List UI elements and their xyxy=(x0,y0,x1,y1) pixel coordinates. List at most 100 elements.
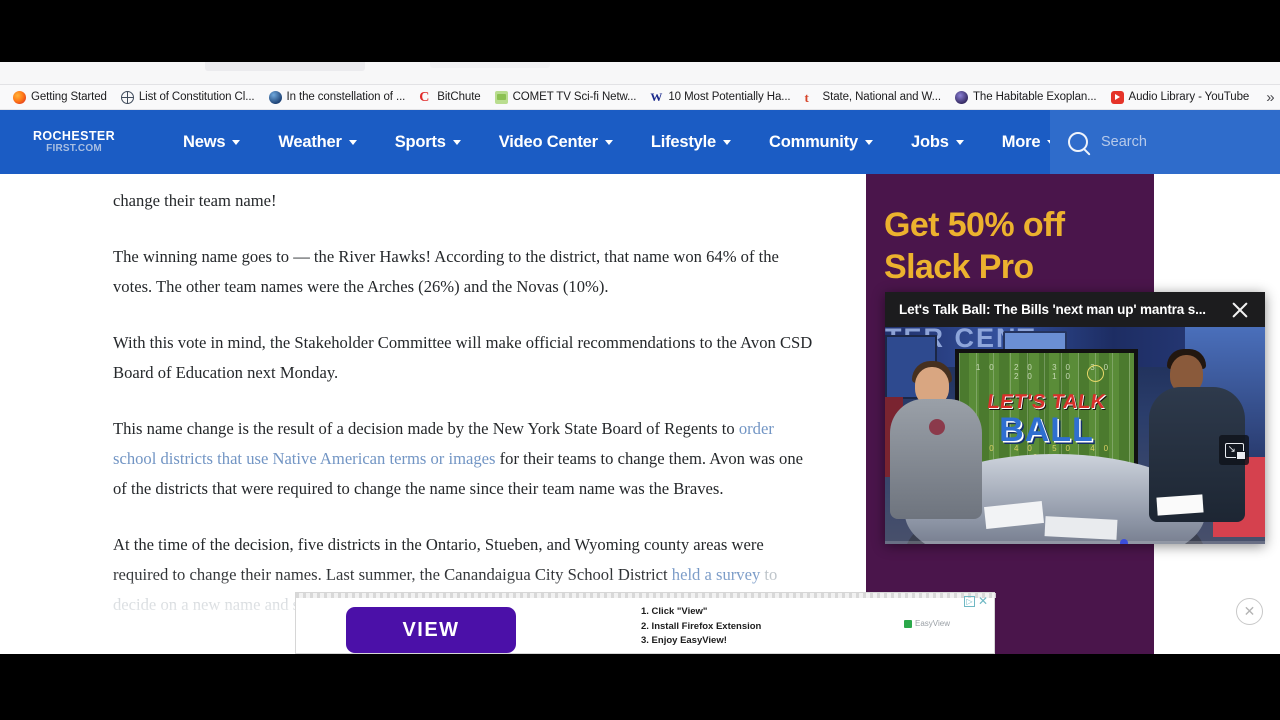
article-paragraph-4: This name change is the result of a deci… xyxy=(113,414,813,504)
ad-close-icon[interactable]: ✕ xyxy=(978,595,988,607)
chevron-down-icon xyxy=(348,139,357,145)
nav-item-video-center[interactable]: Video Center xyxy=(480,133,632,152)
chevron-down-icon xyxy=(604,139,613,145)
chevron-down-icon xyxy=(452,139,461,145)
chevron-down-icon xyxy=(232,139,241,145)
video-stage[interactable]: TER CENT 10 20 30 30 20 10 LET'S TALK BA… xyxy=(885,327,1265,544)
ad-step-1: 1. Click "View" xyxy=(641,606,708,617)
logo-line-2: FIRST.COM xyxy=(46,142,102,154)
slack-ad-headline: Get 50% off Slack Pro xyxy=(866,174,1154,288)
article-paragraph-2: The winning name goes to — the River Haw… xyxy=(113,247,779,296)
bookmark-label: The Habitable Exoplan... xyxy=(972,91,1097,103)
picture-in-picture-icon[interactable]: ↘ xyxy=(1219,435,1249,465)
ad-step-2: 2. Install Firefox Extension xyxy=(641,620,762,632)
dismiss-overlay-button[interactable]: ✕ xyxy=(1236,598,1263,625)
letterbox-bottom xyxy=(0,654,1280,720)
field-circle-marker xyxy=(1087,365,1104,382)
ad-brand-name: EasyView xyxy=(915,619,950,628)
chrome-tab-ghost xyxy=(205,62,365,71)
ad-step-3: 3. Enjoy EasyView! xyxy=(641,635,727,646)
adchoices-controls[interactable]: ▷ ✕ xyxy=(963,595,988,607)
close-icon[interactable] xyxy=(1229,299,1251,321)
chevron-down-icon xyxy=(864,139,873,145)
chrome-tab-ghost-2 xyxy=(430,62,550,68)
nav-item-lifestyle[interactable]: Lifestyle xyxy=(632,133,750,152)
bookmark-label: 10 Most Potentially Ha... xyxy=(668,91,791,103)
video-title-bar: Let's Talk Ball: The Bills 'next man up'… xyxy=(885,292,1265,327)
bookmark-10-most-potentially[interactable]: W 10 Most Potentially Ha... xyxy=(643,87,797,107)
nav-label: Sports xyxy=(394,132,446,151)
logo-line-1: ROCHESTER xyxy=(32,129,116,144)
video-progress-bar[interactable] xyxy=(885,538,1265,544)
bookmark-label: Audio Library - YouTube xyxy=(1128,91,1250,103)
nav-items: News Weather Sports Video Center Lifesty… xyxy=(164,133,1074,152)
bookmark-comet-tv[interactable]: COMET TV Sci-fi Netw... xyxy=(488,87,644,107)
firefox-icon xyxy=(13,90,26,104)
nav-item-news[interactable]: News xyxy=(164,133,259,152)
adchoices-icon[interactable]: ▷ xyxy=(963,596,975,607)
bookmark-label: State, National and W... xyxy=(822,91,942,103)
browser-screenshot: Getting Started List of Constitution Cl.… xyxy=(0,0,1280,720)
tumblr-icon: t xyxy=(804,89,809,105)
nav-label: Community xyxy=(769,132,858,151)
browser-chrome-sliver xyxy=(0,62,1280,85)
nav-label: Weather xyxy=(278,132,342,151)
bookmark-list-of-constitution[interactable]: List of Constitution Cl... xyxy=(114,87,262,107)
article-paragraph-3: With this vote in mind, the Stakeholder … xyxy=(113,333,813,382)
floating-video-player[interactable]: Let's Talk Ball: The Bills 'next man up'… xyxy=(885,292,1265,544)
search-box[interactable]: Search xyxy=(1050,110,1280,174)
bookmarks-bar: Getting Started List of Constitution Cl.… xyxy=(0,85,1280,110)
bookmarks-overflow-icon[interactable]: » xyxy=(1256,89,1280,106)
site-navigation-bar: ROCHESTER FIRST.COM News Weather Sports … xyxy=(0,110,1280,174)
bookmark-in-the-constellation[interactable]: In the constellation of ... xyxy=(262,87,413,107)
pip-glyph: ↘ xyxy=(1224,442,1246,460)
bookmark-bitchute[interactable]: C BitChute xyxy=(412,87,487,107)
desk-paper-2 xyxy=(1044,516,1118,540)
comet-tv-icon xyxy=(494,90,508,104)
nav-label: News xyxy=(183,132,226,151)
nav-item-sports[interactable]: Sports xyxy=(376,133,480,152)
presenter-left-body xyxy=(890,399,982,519)
nav-item-jobs[interactable]: Jobs xyxy=(892,133,983,152)
bookmark-audio-library-youtube[interactable]: Audio Library - YouTube xyxy=(1104,87,1257,107)
bookmark-label: BitChute xyxy=(437,91,481,103)
slack-headline-line2: Slack Pro xyxy=(884,248,1034,286)
bitchute-icon: C xyxy=(419,89,430,105)
field-numbers-top: 10 20 30 30 20 10 xyxy=(975,363,1118,381)
ad-top-edge xyxy=(296,593,996,598)
video-progress-handle[interactable] xyxy=(1120,538,1128,544)
bookmark-getting-started[interactable]: Getting Started xyxy=(6,87,114,107)
nav-item-weather[interactable]: Weather xyxy=(259,133,375,152)
desk-paper-3 xyxy=(1156,494,1204,516)
nav-label: More xyxy=(1001,132,1041,151)
ad-instructions: 1. Click "View" 2. Install Firefox Exten… xyxy=(641,605,761,649)
presenter-left-logo xyxy=(929,419,945,435)
bookmark-label: COMET TV Sci-fi Netw... xyxy=(512,91,637,103)
para4-text-a: This name change is the result of a deci… xyxy=(113,419,739,438)
article-paragraph-1: change their team name! xyxy=(113,191,277,210)
nav-label: Lifestyle xyxy=(650,132,717,151)
ad-view-button[interactable]: VIEW xyxy=(346,607,516,653)
search-input[interactable]: Search xyxy=(1101,134,1147,150)
slack-headline-line1: Get 50% off xyxy=(884,206,1065,244)
chevron-down-icon xyxy=(955,139,964,145)
bookmark-label: List of Constitution Cl... xyxy=(138,91,255,103)
wikipedia-icon: W xyxy=(650,89,663,104)
bottom-sticky-ad[interactable]: VIEW 1. Click "View" 2. Install Firefox … xyxy=(295,592,996,654)
nav-label: Video Center xyxy=(498,132,598,151)
video-title: Let's Talk Ball: The Bills 'next man up'… xyxy=(899,302,1206,317)
site-logo[interactable]: ROCHESTER FIRST.COM xyxy=(32,130,116,154)
youtube-icon xyxy=(1110,90,1124,104)
chevron-down-icon xyxy=(723,139,732,145)
bookmark-state-national[interactable]: t State, National and W... xyxy=(798,87,948,107)
nav-label: Jobs xyxy=(910,132,949,151)
nav-item-community[interactable]: Community xyxy=(750,133,892,152)
ad-brand-logo: EasyView xyxy=(904,619,950,628)
bookmark-habitable-exoplanets[interactable]: The Habitable Exoplan... xyxy=(948,87,1104,107)
easyview-mark-icon xyxy=(904,619,913,628)
bookmark-label: In the constellation of ... xyxy=(286,91,406,103)
exoplanet-icon xyxy=(954,90,968,104)
globe-icon xyxy=(120,90,134,104)
letterbox-top xyxy=(0,0,1280,62)
planet-icon xyxy=(268,90,282,104)
